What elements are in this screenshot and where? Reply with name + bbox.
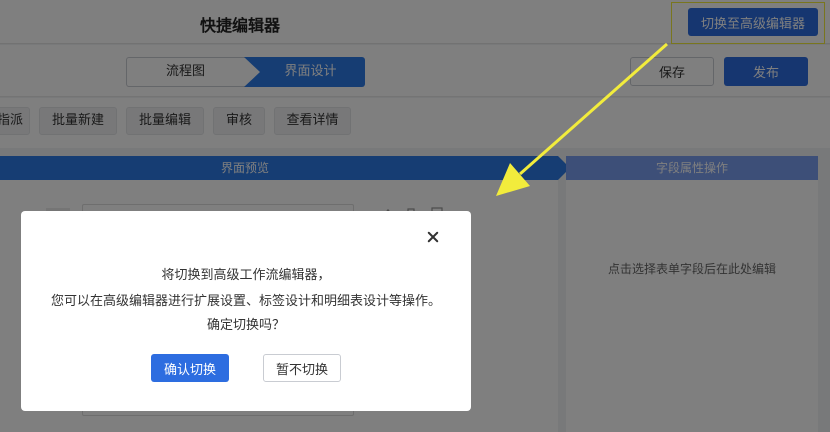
dialog-message-line-3: 确定切换吗？: [206, 318, 285, 333]
cancel-switch-button[interactable]: 暂不切换: [263, 354, 341, 382]
dialog-message-line-1: 将切换到高级工作流编辑器，: [161, 268, 331, 283]
close-icon[interactable]: [425, 229, 441, 245]
dialog-message-line-2: 您可以在高级编辑器进行扩展设置、标签设计和明细表设计等操作。: [50, 294, 441, 309]
confirm-switch-button[interactable]: 确认切换: [151, 354, 229, 382]
switch-confirm-dialog: 将切换到高级工作流编辑器， 您可以在高级编辑器进行扩展设置、标签设计和明细表设计…: [21, 211, 471, 411]
